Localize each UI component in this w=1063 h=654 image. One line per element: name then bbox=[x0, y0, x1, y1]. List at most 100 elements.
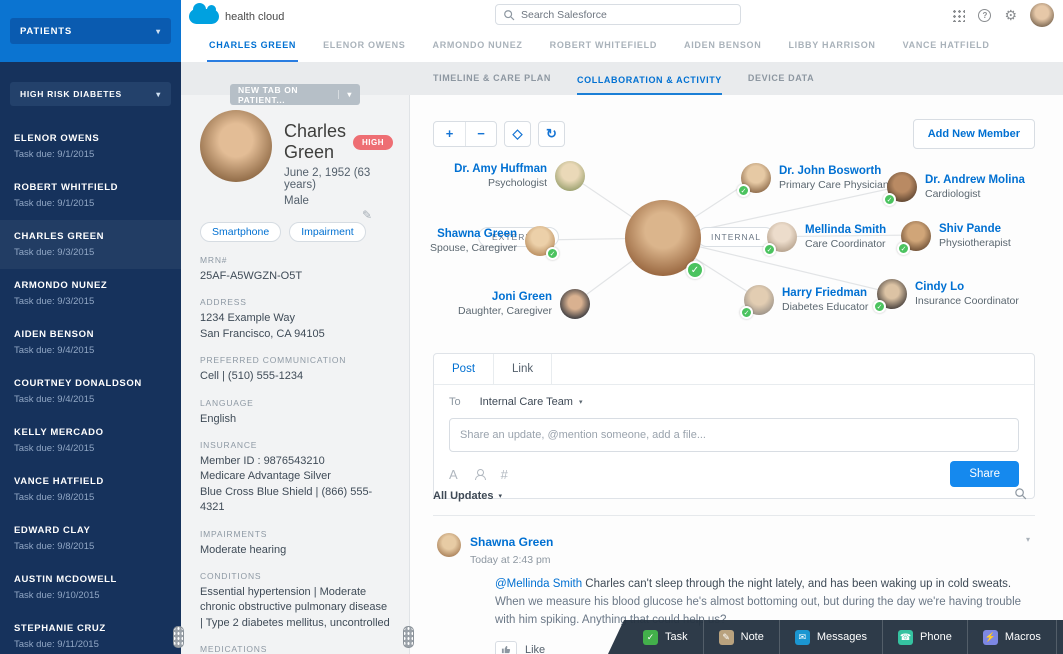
patient-detail-fields: MRN# 25AF-A5WGZN-O5T ADDRESS 1234 Exampl… bbox=[200, 255, 391, 654]
patient-tab[interactable]: VANCE HATFIELD bbox=[901, 30, 992, 62]
patients-dropdown[interactable]: PATIENTS ▾ bbox=[10, 18, 171, 44]
patient-hub-avatar[interactable]: ✓ bbox=[625, 200, 701, 276]
patient-list-item[interactable]: ARMONDO NUNEZ Task due: 9/3/2015 bbox=[0, 269, 181, 318]
member-role: Care Coordinator bbox=[805, 238, 886, 251]
member-role: Psychologist bbox=[454, 177, 547, 190]
salesforce-health-cloud-logo: health cloud bbox=[189, 3, 284, 24]
global-search[interactable] bbox=[495, 4, 741, 25]
patient-tag: Impairment bbox=[289, 222, 366, 242]
thumbs-up-icon bbox=[501, 644, 512, 654]
dock-item-label: Macros bbox=[1005, 631, 1041, 643]
add-new-member-button[interactable]: Add New Member bbox=[913, 119, 1035, 149]
composer-tab-post[interactable]: Post bbox=[434, 354, 494, 384]
zoom-out-button[interactable]: − bbox=[465, 122, 496, 146]
patient-list-item[interactable]: KELLY MERCADO Task due: 9/4/2015 bbox=[0, 416, 181, 465]
field-label: ADDRESS bbox=[200, 297, 391, 307]
patient-tab-label: ARMONDO NUNEZ bbox=[433, 40, 523, 50]
patient-tab[interactable]: AIDEN BENSON bbox=[682, 30, 763, 62]
patient-tab[interactable]: ELENOR OWENS bbox=[321, 30, 407, 62]
member-role: Physiotherapist bbox=[939, 237, 1011, 250]
patient-list-item[interactable]: ROBERT WHITFIELD Task due: 9/1/2015 bbox=[0, 171, 181, 220]
care-team-member[interactable]: ✓ Mellinda Smith Care Coordinator bbox=[767, 221, 886, 253]
mention-link[interactable]: @Mellinda Smith bbox=[495, 578, 582, 590]
panel-resize-handle[interactable] bbox=[173, 626, 184, 648]
patient-tag: Smartphone bbox=[200, 222, 281, 242]
refresh-button[interactable]: ↻ bbox=[538, 121, 565, 147]
patient-list-item[interactable]: VANCE HATFIELD Task due: 9/8/2015 bbox=[0, 465, 181, 514]
patient-list-item[interactable]: STEPHANIE CRUZ Task due: 9/11/2015 bbox=[0, 612, 181, 654]
composer-tab-link[interactable]: Link bbox=[494, 354, 552, 384]
chevron-down-icon: ▾ bbox=[579, 398, 583, 406]
feed-search-icon[interactable] bbox=[1014, 487, 1027, 505]
edit-tags-icon[interactable]: ✎ bbox=[362, 208, 372, 222]
member-role: Primary Care Physician bbox=[779, 179, 889, 192]
patient-field: PREFERRED COMMUNICATION Cell | (510) 555… bbox=[200, 355, 391, 384]
dock-item-icon: ✓ bbox=[643, 630, 658, 645]
patient-tab-label: ELENOR OWENS bbox=[323, 40, 405, 50]
setup-gear-icon[interactable]: ⚙ bbox=[1004, 8, 1017, 22]
dock-item[interactable]: ✓ Task bbox=[628, 620, 703, 654]
member-name: Cindy Lo bbox=[915, 280, 1019, 294]
fit-view-button[interactable]: ◇ bbox=[504, 121, 531, 147]
patient-field: IMPAIRMENTS Moderate hearing bbox=[200, 529, 391, 558]
help-icon[interactable]: ? bbox=[978, 9, 991, 22]
patient-list-item[interactable]: AUSTIN MCDOWELL Task due: 9/10/2015 bbox=[0, 563, 181, 612]
care-team-member[interactable]: ✓ Cindy Lo Insurance Coordinator bbox=[877, 278, 1019, 310]
patient-list-item[interactable]: CHARLES GREEN Task due: 9/3/2015 bbox=[0, 220, 181, 269]
content-tab[interactable]: DEVICE DATA bbox=[748, 73, 814, 95]
care-team-member[interactable]: Dr. Amy Huffman Psychologist bbox=[454, 160, 585, 192]
care-team-member[interactable]: ✓ Harry Friedman Diabetes Educator bbox=[744, 284, 868, 316]
content-tab[interactable]: TIMELINE & CARE PLAN bbox=[433, 73, 551, 95]
content-tab-label: COLLABORATION & ACTIVITY bbox=[577, 75, 722, 85]
patient-tab[interactable]: ROBERT WHITEFIELD bbox=[548, 30, 659, 62]
internal-group-label: INTERNAL bbox=[697, 227, 775, 247]
dock-item-icon: ✎ bbox=[719, 630, 734, 645]
patient-list-item[interactable]: ELENOR OWENS Task due: 9/1/2015 bbox=[0, 122, 181, 171]
like-label[interactable]: Like bbox=[525, 644, 545, 654]
patient-task-due: Task due: 9/3/2015 bbox=[14, 296, 173, 307]
care-team-member[interactable]: ✓ Shawna Green Spouse, Caregiver bbox=[430, 225, 555, 257]
patient-field: ADDRESS 1234 Example Way San Francisco, … bbox=[200, 297, 391, 342]
patient-dob: June 2, 1952 (63 years) bbox=[284, 167, 393, 191]
post-author-link[interactable]: Shawna Green bbox=[470, 535, 553, 549]
dock-item[interactable]: ☎ Phone bbox=[882, 620, 967, 654]
status-check-icon: ✓ bbox=[737, 184, 750, 197]
mention-person-icon[interactable] bbox=[474, 469, 485, 480]
patient-tab[interactable]: ARMONDO NUNEZ bbox=[431, 30, 525, 62]
care-team-member[interactable]: ✓ Dr. John Bosworth Primary Care Physici… bbox=[741, 162, 889, 194]
post-timestamp: Today at 2:43 pm bbox=[470, 554, 553, 566]
field-value: 25AF-A5WGZN-O5T bbox=[200, 269, 391, 284]
dock-item[interactable]: ⚡ Macros bbox=[967, 620, 1056, 654]
panel-resize-handle[interactable] bbox=[403, 626, 414, 648]
field-value: English bbox=[200, 412, 391, 427]
dock-item[interactable]: ✉ Messages bbox=[779, 620, 882, 654]
like-button[interactable] bbox=[495, 641, 517, 654]
post-actions-caret[interactable]: ▾ bbox=[1026, 535, 1030, 544]
patient-list-item[interactable]: COURTNEY DONALDSON Task due: 9/4/2015 bbox=[0, 367, 181, 416]
search-input[interactable] bbox=[521, 9, 733, 21]
status-check-icon: ✓ bbox=[897, 242, 910, 255]
patient-group-dropdown[interactable]: HIGH RISK DIABETES ▾ bbox=[10, 82, 171, 106]
dock-item[interactable]: ◷ Recent bbox=[1056, 620, 1063, 654]
app-launcher-icon[interactable] bbox=[952, 9, 965, 22]
patient-task-due: Task due: 9/4/2015 bbox=[14, 394, 173, 405]
user-avatar[interactable] bbox=[1030, 3, 1054, 27]
new-tab-on-patient-button[interactable]: NEW TAB ON PATIENT... ▾ bbox=[230, 84, 360, 105]
field-value: Moderate hearing bbox=[200, 543, 391, 558]
dock-item[interactable]: ✎ Note bbox=[703, 620, 779, 654]
chevron-down-icon: ▾ bbox=[499, 492, 503, 500]
care-team-member[interactable]: ✓ Shiv Pande Physiotherapist bbox=[901, 220, 1011, 252]
feed-filter-dropdown[interactable]: All Updates bbox=[433, 490, 494, 502]
patient-list-item[interactable]: AIDEN BENSON Task due: 9/4/2015 bbox=[0, 318, 181, 367]
patient-tab[interactable]: CHARLES GREEN bbox=[207, 30, 298, 62]
zoom-in-button[interactable]: + bbox=[434, 122, 465, 146]
dock-item-icon: ✉ bbox=[795, 630, 810, 645]
patient-list-item[interactable]: EDWARD CLAY Task due: 9/8/2015 bbox=[0, 514, 181, 563]
patient-tab[interactable]: LIBBY HARRISON bbox=[786, 30, 877, 62]
logo-text: health cloud bbox=[225, 11, 284, 23]
audience-selector[interactable]: Internal Care Team bbox=[480, 396, 573, 408]
care-team-member[interactable]: Joni Green Daughter, Caregiver bbox=[458, 288, 590, 320]
share-update-input[interactable] bbox=[449, 418, 1019, 452]
care-team-member[interactable]: ✓ Dr. Andrew Molina Cardiologist bbox=[887, 171, 1025, 203]
content-tab[interactable]: COLLABORATION & ACTIVITY bbox=[577, 75, 722, 95]
